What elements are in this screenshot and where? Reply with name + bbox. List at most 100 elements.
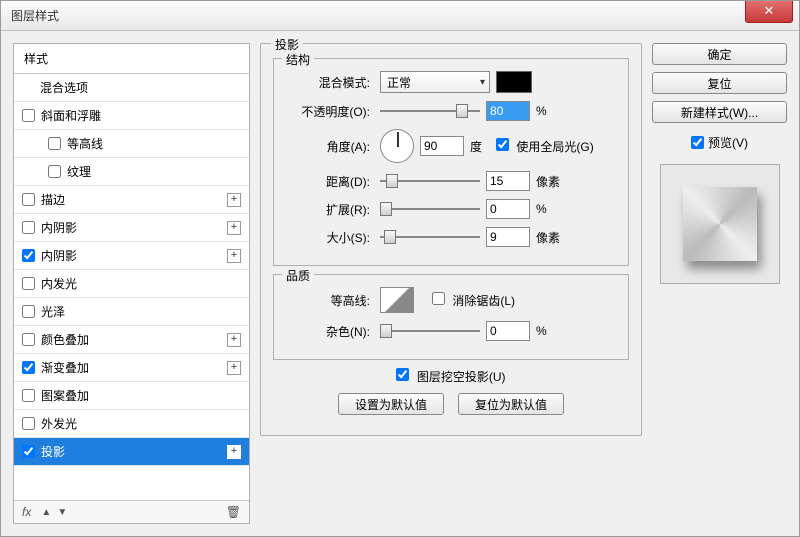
sidebar-item-7[interactable]: 内发光 bbox=[14, 270, 249, 298]
sidebar-item-label: 描边 bbox=[41, 191, 65, 208]
sidebar-item-13[interactable]: 投影 + bbox=[14, 438, 249, 466]
sidebar-item-4[interactable]: 描边 + bbox=[14, 186, 249, 214]
blend-mode-label: 混合模式: bbox=[284, 74, 374, 91]
trash-icon[interactable]: 🗑 bbox=[226, 505, 241, 519]
sidebar-item-checkbox[interactable] bbox=[22, 389, 35, 402]
blend-mode-select[interactable]: 正常 bbox=[380, 71, 490, 93]
ok-button[interactable]: 确定 bbox=[652, 43, 787, 65]
antialias-checkbox[interactable]: 消除锯齿(L) bbox=[432, 292, 515, 309]
add-instance-icon[interactable]: + bbox=[227, 221, 241, 235]
titlebar: 图层样式 ✕ bbox=[1, 1, 799, 31]
cancel-button[interactable]: 复位 bbox=[652, 72, 787, 94]
sidebar-item-checkbox[interactable] bbox=[22, 193, 35, 206]
sidebar-item-checkbox[interactable] bbox=[48, 137, 61, 150]
sidebar-item-label: 光泽 bbox=[41, 303, 65, 320]
opacity-label: 不透明度(O): bbox=[284, 103, 374, 120]
sidebar-item-checkbox[interactable] bbox=[22, 249, 35, 262]
sidebar-item-11[interactable]: 图案叠加 bbox=[14, 382, 249, 410]
sidebar-item-checkbox[interactable] bbox=[22, 305, 35, 318]
sidebar-item-label: 内阴影 bbox=[41, 247, 77, 264]
add-instance-icon[interactable]: + bbox=[227, 361, 241, 375]
sidebar-item-0[interactable]: 混合选项 bbox=[14, 74, 249, 102]
noise-input[interactable] bbox=[486, 321, 530, 341]
shadow-color-swatch[interactable] bbox=[496, 71, 532, 93]
opacity-input[interactable] bbox=[486, 101, 530, 121]
spread-slider[interactable] bbox=[380, 201, 480, 217]
sidebar-header: 样式 bbox=[14, 44, 249, 74]
add-instance-icon[interactable]: + bbox=[227, 193, 241, 207]
quality-title: 品质 bbox=[282, 267, 314, 284]
distance-slider[interactable] bbox=[380, 173, 480, 189]
distance-label: 距离(D): bbox=[284, 173, 374, 190]
sidebar-item-checkbox[interactable] bbox=[22, 417, 35, 430]
global-light-checkbox[interactable]: 使用全局光(G) bbox=[496, 138, 594, 155]
add-instance-icon[interactable]: + bbox=[227, 333, 241, 347]
sidebar-item-label: 颜色叠加 bbox=[41, 331, 89, 348]
sidebar-item-label: 混合选项 bbox=[40, 79, 88, 96]
preview-box bbox=[660, 164, 780, 284]
spread-label: 扩展(R): bbox=[284, 201, 374, 218]
size-input[interactable] bbox=[486, 227, 530, 247]
set-default-button[interactable]: 设置为默认值 bbox=[338, 393, 444, 415]
sidebar-item-2[interactable]: 等高线 bbox=[14, 130, 249, 158]
add-instance-icon[interactable]: + bbox=[227, 445, 241, 459]
sidebar-item-1[interactable]: 斜面和浮雕 bbox=[14, 102, 249, 130]
sidebar-item-label: 图案叠加 bbox=[41, 387, 89, 404]
spread-unit: % bbox=[536, 202, 560, 216]
styles-sidebar: 样式 混合选项斜面和浮雕等高线纹理描边+内阴影+内阴影+内发光光泽颜色叠加+渐变… bbox=[13, 43, 250, 524]
drop-shadow-group: 投影 结构 混合模式: 正常 不透明度(O): % bbox=[260, 43, 642, 436]
angle-label: 角度(A): bbox=[284, 138, 374, 155]
sidebar-item-label: 斜面和浮雕 bbox=[41, 107, 101, 124]
contour-label: 等高线: bbox=[284, 292, 374, 309]
angle-degree: 度 bbox=[470, 138, 482, 155]
sidebar-item-label: 投影 bbox=[41, 443, 65, 460]
angle-dial[interactable] bbox=[380, 129, 414, 163]
sidebar-item-label: 等高线 bbox=[67, 135, 103, 152]
angle-input[interactable] bbox=[420, 136, 464, 156]
add-instance-icon[interactable]: + bbox=[227, 249, 241, 263]
window-title: 图层样式 bbox=[11, 7, 745, 24]
contour-picker[interactable] bbox=[380, 287, 414, 313]
distance-input[interactable] bbox=[486, 171, 530, 191]
sidebar-footer: fx ▲ ▼ 🗑 bbox=[14, 500, 249, 523]
close-button[interactable]: ✕ bbox=[745, 1, 793, 23]
new-style-button[interactable]: 新建样式(W)... bbox=[652, 101, 787, 123]
sidebar-item-checkbox[interactable] bbox=[22, 109, 35, 122]
layer-style-dialog: 图层样式 ✕ 样式 混合选项斜面和浮雕等高线纹理描边 + 内阴影 + 内阴影 + 内发光光泽… bbox=[0, 0, 800, 537]
sidebar-item-checkbox[interactable] bbox=[22, 361, 35, 374]
preview-checkbox[interactable]: 预览(V) bbox=[652, 130, 787, 155]
sidebar-item-8[interactable]: 光泽 bbox=[14, 298, 249, 326]
sidebar-item-checkbox[interactable] bbox=[22, 221, 35, 234]
sidebar-item-6[interactable]: 内阴影 + bbox=[14, 242, 249, 270]
preview-thumbnail bbox=[683, 187, 757, 261]
size-slider[interactable] bbox=[380, 229, 480, 245]
spread-input[interactable] bbox=[486, 199, 530, 219]
sidebar-item-10[interactable]: 渐变叠加+ bbox=[14, 354, 249, 382]
sidebar-item-9[interactable]: 颜色叠加 + bbox=[14, 326, 249, 354]
sidebar-item-checkbox[interactable] bbox=[22, 277, 35, 290]
knockout-checkbox[interactable]: 图层挖空投影(U) bbox=[396, 368, 505, 385]
quality-group: 品质 等高线: 消除锯齿(L) 杂色(N): % bbox=[273, 274, 629, 360]
size-unit: 像素 bbox=[536, 229, 560, 246]
move-down-icon[interactable]: ▼ bbox=[55, 505, 69, 519]
sidebar-item-5[interactable]: 内阴影 + bbox=[14, 214, 249, 242]
structure-group: 结构 混合模式: 正常 不透明度(O): % 角度(A): bbox=[273, 58, 629, 266]
sidebar-item-checkbox[interactable] bbox=[48, 165, 61, 178]
sidebar-item-3[interactable]: 纹理 bbox=[14, 158, 249, 186]
sidebar-item-label: 内发光 bbox=[41, 275, 77, 292]
noise-unit: % bbox=[536, 324, 560, 338]
distance-unit: 像素 bbox=[536, 173, 560, 190]
sidebar-item-label: 外发光 bbox=[41, 415, 77, 432]
noise-slider[interactable] bbox=[380, 323, 480, 339]
fx-icon[interactable]: fx bbox=[22, 505, 31, 519]
opacity-unit: % bbox=[536, 104, 560, 118]
opacity-slider[interactable] bbox=[380, 103, 480, 119]
move-up-icon[interactable]: ▲ bbox=[39, 505, 53, 519]
sidebar-item-12[interactable]: 外发光 bbox=[14, 410, 249, 438]
right-buttons: 确定 复位 新建样式(W)... 预览(V) bbox=[652, 43, 787, 524]
sidebar-item-label: 内阴影 bbox=[41, 219, 77, 236]
reset-default-button[interactable]: 复位为默认值 bbox=[458, 393, 564, 415]
size-label: 大小(S): bbox=[284, 229, 374, 246]
sidebar-item-checkbox[interactable] bbox=[22, 333, 35, 346]
sidebar-item-checkbox[interactable] bbox=[22, 445, 35, 458]
